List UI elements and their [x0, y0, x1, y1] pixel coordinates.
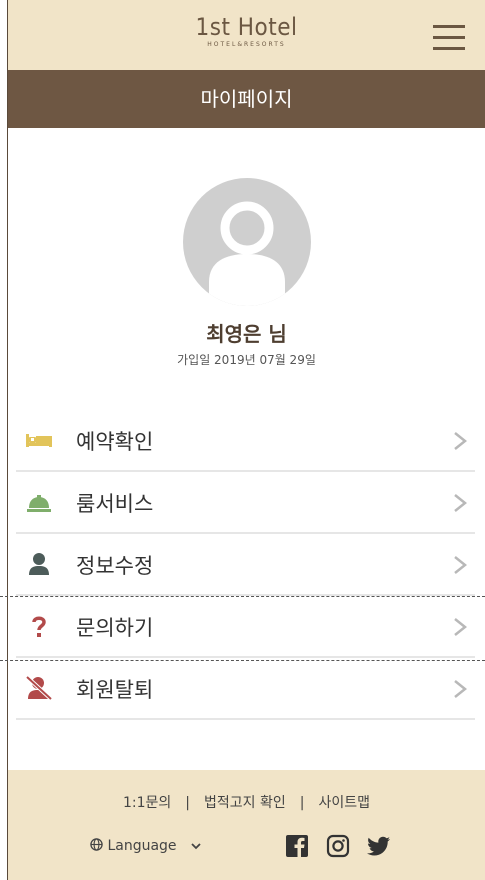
- footer-separator: |: [185, 795, 191, 811]
- menu-item-label: 회원탈퇴: [76, 678, 154, 702]
- menu-item-withdraw[interactable]: 회원탈퇴: [16, 658, 475, 720]
- join-date: 가입일 2019년 07월 29일: [177, 353, 316, 367]
- user-name: 최영은 님: [206, 322, 287, 346]
- dashed-guide-line: [0, 596, 485, 597]
- hamburger-icon[interactable]: [433, 25, 465, 50]
- menu-item-edit-info[interactable]: 정보수정: [16, 534, 475, 596]
- language-label: Language: [107, 838, 177, 854]
- user-icon: [26, 552, 52, 576]
- menu-item-label: 룸서비스: [76, 492, 154, 516]
- language-selector[interactable]: Language: [90, 838, 201, 854]
- chevron-right-icon: [453, 555, 468, 575]
- footer-link-sitemap[interactable]: 사이트맵: [318, 795, 370, 811]
- top-bar: 1st Hotel HOTEL&RESORTS: [8, 0, 485, 70]
- logo-subtext: HOTEL&RESORTS: [207, 41, 286, 48]
- menu-item-label: 문의하기: [76, 616, 154, 640]
- chevron-right-icon: [453, 431, 468, 451]
- menu-item-inquiry[interactable]: 문의하기: [16, 596, 475, 658]
- menu-item-label: 정보수정: [76, 554, 154, 578]
- footer-link-inquiry[interactable]: 1:1문의: [123, 795, 171, 811]
- bed-icon: [26, 428, 52, 452]
- menu-item-room-service[interactable]: 룸서비스: [16, 472, 475, 534]
- instagram-icon[interactable]: [326, 834, 350, 858]
- user-avatar-icon: [182, 178, 311, 306]
- user-slash-icon: [25, 675, 53, 701]
- chevron-right-icon: [453, 679, 468, 699]
- question-icon: [26, 614, 52, 638]
- profile-section: 최영은 님 가입일 2019년 07월 29일: [8, 178, 485, 368]
- menu-item-reservation[interactable]: 예약확인: [16, 410, 475, 472]
- service-bell-icon: [26, 490, 52, 514]
- logo-text: 1st Hotel: [195, 13, 298, 41]
- footer: 1:1문의 | 법적고지 확인 | 사이트맵 Language: [8, 770, 485, 880]
- chevron-right-icon: [453, 617, 468, 637]
- chevron-right-icon: [453, 493, 468, 513]
- menu-item-label: 예약확인: [76, 430, 154, 454]
- page-frame: 1st Hotel HOTEL&RESORTS 마이페이지 최영은 님 가입일 …: [7, 0, 485, 880]
- footer-separator: |: [299, 795, 305, 811]
- globe-icon: [90, 838, 103, 854]
- hotel-logo[interactable]: 1st Hotel HOTEL&RESORTS: [8, 14, 485, 50]
- mypage-menu: 예약확인 룸서비스 정보수정 문의하기 회원탈퇴: [16, 410, 475, 720]
- dashed-guide-line: [0, 660, 485, 661]
- facebook-icon[interactable]: [285, 834, 309, 858]
- social-links: [285, 834, 403, 862]
- twitter-icon[interactable]: [367, 834, 391, 858]
- footer-links: 1:1문의 | 법적고지 확인 | 사이트맵: [8, 792, 485, 812]
- footer-link-legal[interactable]: 법적고지 확인: [204, 795, 286, 811]
- chevron-down-icon: [181, 838, 201, 854]
- page-title: 마이페이지: [8, 70, 485, 128]
